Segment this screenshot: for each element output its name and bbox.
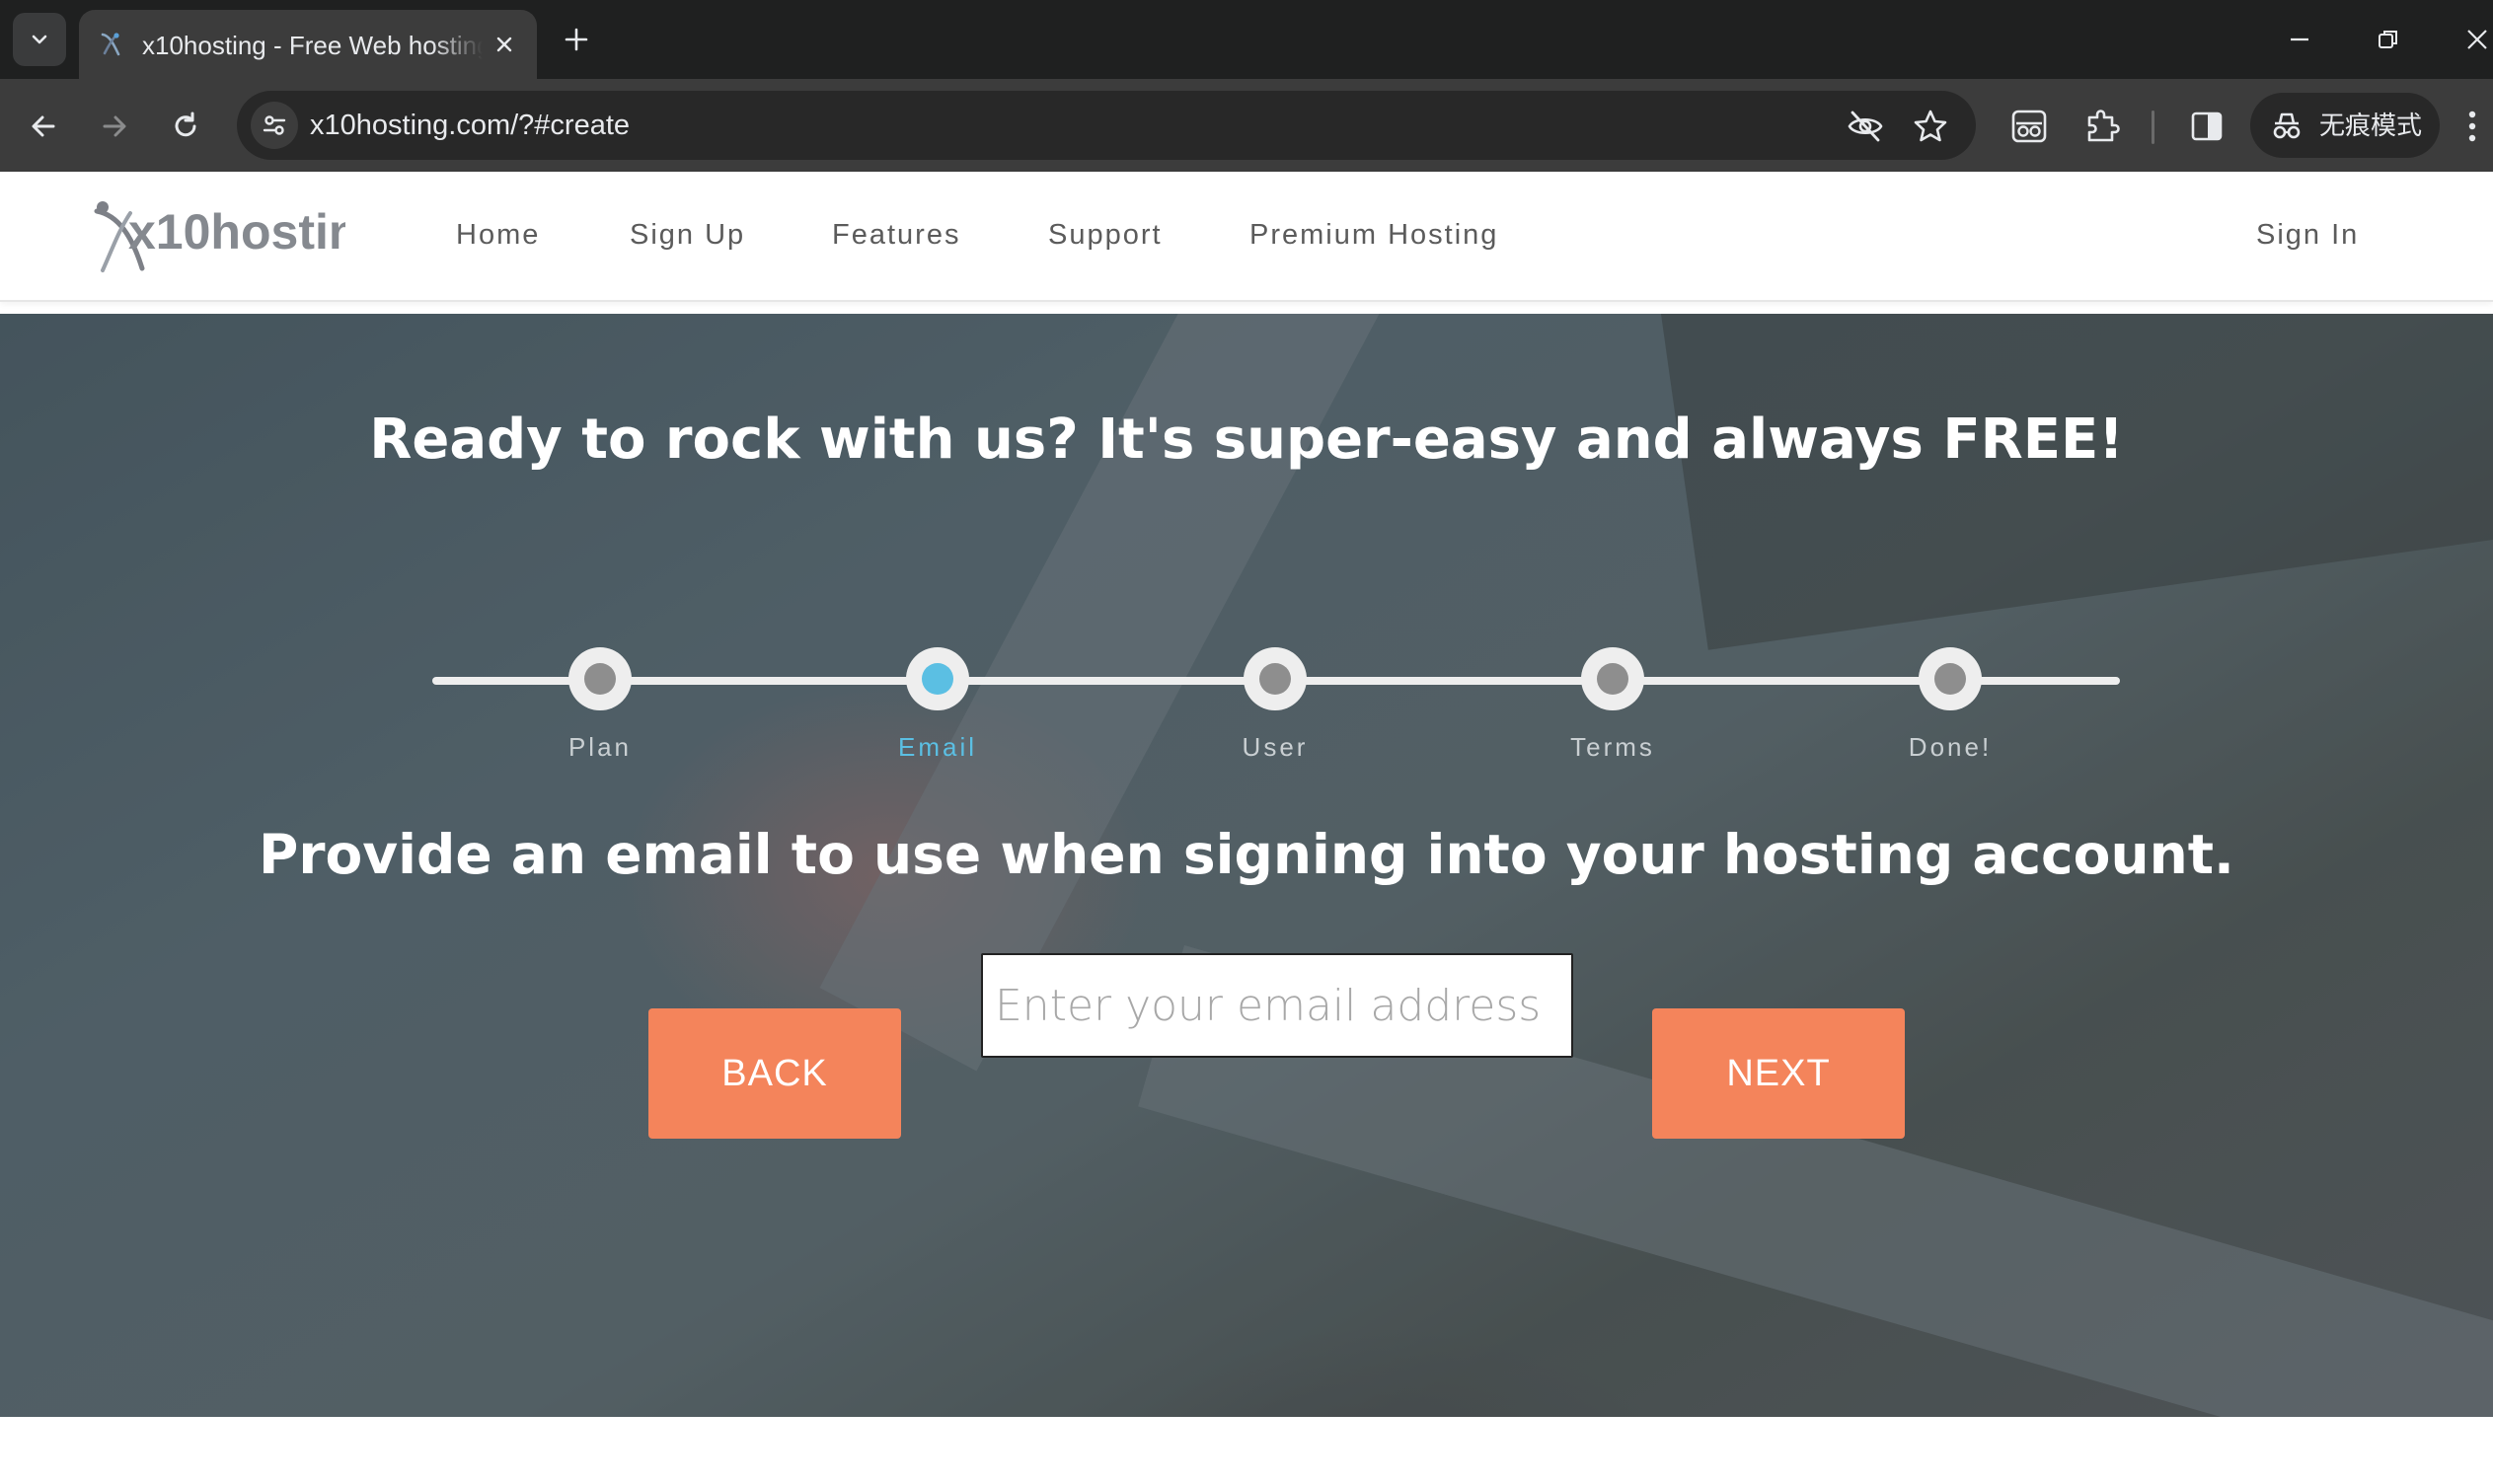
star-icon	[1914, 110, 1947, 142]
tab-close-button[interactable]	[486, 26, 523, 63]
step-dot-active	[906, 647, 969, 710]
next-button[interactable]: NEXT	[1652, 1008, 1905, 1139]
new-tab-button[interactable]	[553, 16, 600, 63]
nav-support[interactable]: Support	[1048, 215, 1163, 255]
hero-heading: Ready to rock with us? It's super-easy a…	[369, 408, 2124, 472]
eye-off-icon	[1848, 111, 1883, 142]
url-text[interactable]: x10hosting.com/?#create	[310, 107, 630, 144]
step-label: User	[1242, 732, 1309, 762]
back-button[interactable]: BACK	[648, 1008, 901, 1139]
step-label: Done!	[1908, 732, 1993, 762]
puzzle-icon	[2087, 110, 2120, 142]
reload-button[interactable]	[158, 99, 213, 154]
address-bar[interactable]: x10hosting.com/?#create	[237, 91, 1976, 160]
step-dot	[1581, 647, 1644, 710]
incognito-icon	[2273, 112, 2301, 139]
x10hosting-logo[interactable]: x10hosting	[89, 197, 345, 276]
nav-features[interactable]: Features	[832, 215, 960, 255]
restore-button[interactable]	[2361, 14, 2416, 65]
restore-icon	[2379, 31, 2397, 48]
close-window-button[interactable]	[2450, 14, 2493, 65]
browser-tabstrip: x10hosting - Free Web hosting	[0, 0, 2493, 79]
site-header: x10hosting Home Sign Up Features Support…	[0, 172, 2493, 302]
x10hosting-favicon-icon	[101, 33, 120, 56]
signup-hero: Ready to rock with us? It's super-easy a…	[0, 314, 2493, 1417]
browser-tab-active[interactable]: x10hosting - Free Web hosting	[79, 10, 537, 79]
close-icon	[496, 37, 512, 52]
page-below-hero	[0, 1417, 2493, 1484]
email-prompt: Provide an email to use when signing int…	[259, 823, 2234, 886]
reading-mode-button[interactable]	[2003, 101, 2055, 152]
nav-home[interactable]: Home	[456, 215, 540, 255]
plus-icon	[565, 28, 588, 51]
tune-icon	[263, 115, 286, 135]
tab-title: x10hosting - Free Web hosting	[142, 31, 483, 60]
step-dot	[568, 647, 632, 710]
reload-icon	[175, 111, 196, 137]
arrow-left-icon	[32, 115, 55, 137]
more-vertical-icon	[2468, 111, 2476, 142]
tracking-protection-button[interactable]	[1844, 105, 1887, 148]
chevron-down-icon	[32, 35, 47, 44]
arrow-right-icon	[103, 115, 126, 137]
minimize-button[interactable]	[2272, 14, 2327, 65]
step-label: Email	[897, 732, 977, 762]
incognito-glasses-icon	[2011, 110, 2047, 143]
side-panel-icon	[2191, 111, 2223, 141]
nav-sign-up[interactable]: Sign Up	[630, 215, 745, 255]
forward-nav-button[interactable]	[87, 99, 142, 154]
nav-premium-hosting[interactable]: Premium Hosting	[1249, 215, 1498, 255]
bookmark-button[interactable]	[1909, 105, 1952, 148]
close-icon	[2467, 30, 2487, 49]
step-dot	[1919, 647, 1982, 710]
tab-search-button[interactable]	[13, 13, 66, 66]
back-nav-button[interactable]	[16, 99, 71, 154]
browser-toolbar: x10hosting.com/?#create 无痕模式	[0, 79, 2493, 172]
sign-in-link[interactable]: Sign In	[2256, 215, 2359, 255]
logo-text: x10hosting	[128, 204, 345, 260]
incognito-label: 无痕模式	[2319, 111, 2423, 140]
email-input[interactable]	[981, 953, 1573, 1058]
step-dot	[1244, 647, 1307, 710]
toolbar-divider	[2152, 111, 2154, 144]
browser-menu-button[interactable]	[2457, 101, 2487, 152]
step-label: Plan	[567, 732, 633, 762]
minimize-icon	[2291, 37, 2308, 41]
incognito-indicator[interactable]: 无痕模式	[2250, 93, 2440, 158]
step-label: Terms	[1570, 732, 1655, 762]
side-panel-button[interactable]	[2181, 101, 2232, 152]
extensions-button[interactable]	[2077, 101, 2128, 152]
site-info-button[interactable]	[251, 102, 298, 149]
